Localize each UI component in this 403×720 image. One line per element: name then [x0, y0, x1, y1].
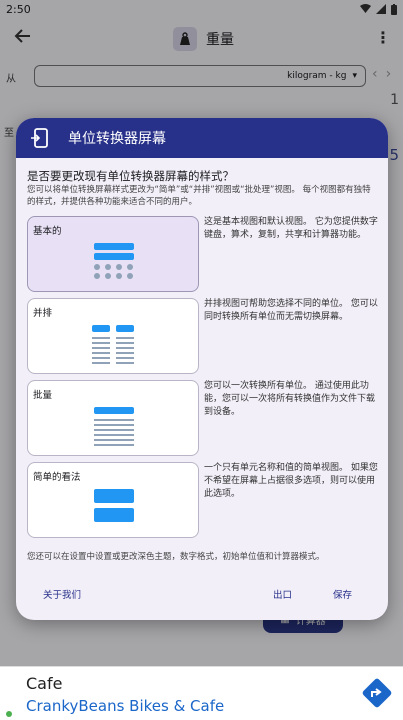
dialog-description: 您可以将单位转换屏幕样式更改为“简单”或“并排”视图或“批处理”视图。 每个视图…	[27, 185, 371, 207]
option-label: 基本的	[33, 226, 62, 237]
option-label: 并排	[33, 308, 53, 319]
option-label: 批量	[33, 390, 53, 401]
option-side-by-side[interactable]: 并排	[27, 298, 199, 374]
ad-indicator-icon	[6, 711, 12, 717]
exit-button[interactable]: 出口	[273, 587, 292, 601]
option-basic-text: 这是基本视图和默认视图。 它为您提供数字键盘，算术，复制，共享和计算器功能。	[204, 217, 378, 240]
option-label: 简单的看法	[33, 472, 81, 483]
dialog-question: 是否要更改现有单位转换器屏幕的样式？	[27, 169, 234, 183]
side-by-side-view-icon	[92, 325, 138, 369]
ad-banner[interactable]: Cafe CrankyBeans Bikes & Cafe	[0, 666, 403, 720]
settings-note: 您还可以在设置中设置或更改深色主题，数字格式，初始单位值和计算器模式。	[27, 552, 325, 562]
option-side-by-side-text: 并排视图可帮助您选择不同的单位。 您可以同时转换所有单位而无需切换屏幕。	[204, 299, 378, 322]
ad-subtitle: CrankyBeans Bikes & Cafe	[26, 697, 225, 715]
option-batch[interactable]: 批量	[27, 380, 199, 456]
option-basic[interactable]: 基本的	[27, 216, 199, 292]
option-batch-text: 您可以一次转换所有单位。 通过使用此功能，您可以一次将所有转换值作为文件下载到设…	[204, 381, 376, 417]
ad-title: Cafe	[26, 674, 63, 693]
directions-icon[interactable]	[361, 677, 393, 709]
screen-rotate-icon	[28, 126, 52, 150]
save-button[interactable]: 保存	[333, 587, 352, 601]
batch-view-icon	[94, 407, 136, 451]
screen-style-dialog: 单位转换器屏幕 是否要更改现有单位转换器屏幕的样式？ 您可以将单位转换屏幕样式更…	[16, 118, 388, 620]
dialog-title: 单位转换器屏幕	[68, 131, 166, 147]
basic-view-icon	[94, 243, 136, 287]
option-simple-text: 一个只有单元名称和值的简单视图。 如果您不希望在屏幕上占据很多选项，则可以使用此…	[204, 463, 378, 499]
option-simple[interactable]: 简单的看法	[27, 462, 199, 538]
simple-view-icon	[94, 489, 136, 533]
dialog-header: 单位转换器屏幕	[16, 118, 388, 158]
about-us-button[interactable]: 关于我们	[43, 587, 81, 601]
